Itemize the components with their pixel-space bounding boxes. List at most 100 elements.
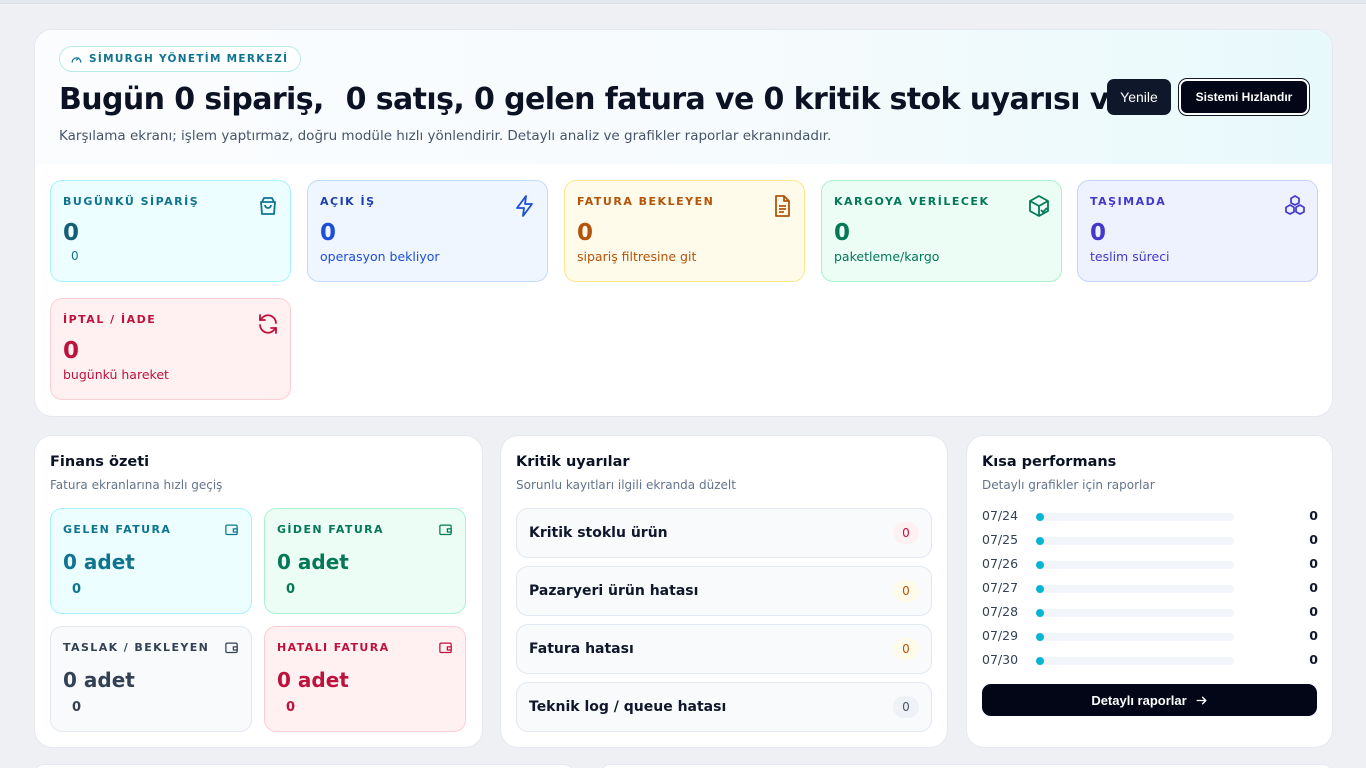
welcome-panel: SİMURGH YÖNETİM MERKEZİ Bugün 0 sipariş,…	[34, 29, 1333, 417]
finance-card-count: 0	[72, 582, 82, 597]
stat-card-in-transit[interactable]: TAŞIMADA 0 teslim süreci	[1077, 180, 1318, 282]
stat-value: 0	[834, 220, 851, 246]
document-icon	[775, 195, 790, 217]
stat-label: BUGÜNKÜ SİPARİŞ	[63, 195, 200, 208]
top-bar	[0, 0, 1366, 4]
wallet-icon	[225, 524, 238, 536]
stat-card-invoice-pending[interactable]: FATURA BEKLEYEN 0 sipariş filtresine git	[564, 180, 805, 282]
stat-card-cancel-return[interactable]: İPTAL / İADE 0 bugünkü hareket	[50, 298, 291, 400]
alert-count-badge: 0	[893, 638, 919, 660]
performance-bar-fill	[1036, 609, 1044, 617]
performance-date: 07/26	[982, 556, 1019, 571]
performance-bar	[1036, 513, 1234, 521]
performance-bar	[1036, 561, 1234, 569]
performance-bar	[1036, 537, 1234, 545]
stat-label: AÇIK İŞ	[320, 195, 376, 208]
stat-label: FATURA BEKLEYEN	[577, 195, 715, 208]
performance-title: Kısa performans	[982, 454, 1117, 470]
boxes-icon	[1285, 195, 1305, 215]
performance-date: 07/29	[982, 628, 1019, 643]
performance-bar-fill	[1036, 585, 1044, 593]
stat-value: 0	[63, 338, 80, 364]
stat-label: İPTAL / İADE	[63, 313, 157, 326]
performance-date: 07/24	[982, 508, 1019, 523]
finance-card-label: GİDEN FATURA	[277, 523, 384, 536]
package-check-icon	[1029, 195, 1049, 217]
stat-value: 0	[1090, 220, 1107, 246]
performance-row: 07/24 0	[982, 508, 1318, 524]
performance-row: 07/27 0	[982, 580, 1318, 596]
finance-card-count: 0	[286, 582, 296, 597]
finance-card-value: 0 adet	[277, 550, 349, 574]
stat-note: 0	[71, 249, 79, 263]
finance-card-label: HATALI FATURA	[277, 641, 390, 654]
performance-bar-fill	[1036, 513, 1044, 521]
finance-card-value: 0 adet	[63, 550, 135, 574]
stat-card-todays-orders[interactable]: BUGÜNKÜ SİPARİŞ 0 0	[50, 180, 291, 282]
finance-summary-panel: Finans özeti Fatura ekranlarına hızlı ge…	[34, 435, 483, 748]
refresh-icon	[259, 314, 277, 334]
short-performance-panel: Kısa performans Detaylı grafikler için r…	[966, 435, 1333, 748]
stat-value: 0	[577, 220, 594, 246]
performance-row: 07/26 0	[982, 556, 1318, 572]
stat-card-to-cargo[interactable]: KARGOYA VERİLECEK 0 paketleme/kargo	[821, 180, 1062, 282]
finance-card-value: 0 adet	[277, 668, 349, 692]
alerts-title: Kritik uyarılar	[516, 454, 630, 470]
alert-count-badge: 0	[893, 696, 919, 718]
stat-card-open-jobs[interactable]: AÇIK İŞ 0 operasyon bekliyor	[307, 180, 548, 282]
stat-note: operasyon bekliyor	[320, 249, 440, 264]
performance-bar-fill	[1036, 657, 1044, 665]
alert-item-technical-log[interactable]: Teknik log / queue hatası 0	[516, 682, 932, 732]
alert-label: Pazaryeri ürün hatası	[529, 583, 699, 599]
performance-value: 0	[1309, 628, 1318, 643]
performance-bar	[1036, 633, 1234, 641]
performance-subtitle: Detaylı grafikler için raporlar	[982, 478, 1155, 492]
performance-bar-fill	[1036, 633, 1044, 641]
alerts-subtitle: Sorunlu kayıtları ilgili ekranda düzelt	[516, 478, 736, 492]
gauge-icon	[71, 56, 82, 63]
alert-label: Teknik log / queue hatası	[529, 699, 727, 715]
performance-row: 07/30 0	[982, 652, 1318, 668]
wallet-icon	[439, 524, 452, 536]
alert-item-marketplace-error[interactable]: Pazaryeri ürün hatası 0	[516, 566, 932, 616]
lightning-icon	[516, 195, 533, 217]
stat-value: 0	[320, 220, 337, 246]
alert-item-invoice-error[interactable]: Fatura hatası 0	[516, 624, 932, 674]
performance-bar	[1036, 609, 1234, 617]
finance-card-outgoing-invoice[interactable]: GİDEN FATURA 0 adet 0	[264, 508, 466, 614]
alert-count-badge: 0	[893, 580, 919, 602]
stat-note: paketleme/kargo	[834, 249, 940, 264]
finance-card-faulty-invoice[interactable]: HATALI FATURA 0 adet 0	[264, 626, 466, 732]
performance-value: 0	[1309, 604, 1318, 619]
performance-bar	[1036, 657, 1234, 665]
refresh-button[interactable]: Yenile	[1107, 79, 1171, 115]
performance-bar	[1036, 585, 1234, 593]
performance-value: 0	[1309, 652, 1318, 667]
wallet-icon	[225, 642, 238, 654]
alert-item-critical-stock[interactable]: Kritik stoklu ürün 0	[516, 508, 932, 558]
stat-note: teslim süreci	[1090, 249, 1170, 264]
performance-value: 0	[1309, 532, 1318, 547]
performance-bar-fill	[1036, 537, 1044, 545]
finance-card-incoming-invoice[interactable]: GELEN FATURA 0 adet 0	[50, 508, 252, 614]
performance-row: 07/25 0	[982, 532, 1318, 548]
wallet-icon	[439, 642, 452, 654]
finance-card-draft-pending[interactable]: TASLAK / BEKLEYEN 0 adet 0	[50, 626, 252, 732]
next-panel-peek	[600, 764, 1333, 768]
next-panel-peek	[34, 764, 574, 768]
performance-date: 07/30	[982, 652, 1019, 667]
arrow-right-icon	[1196, 696, 1207, 704]
performance-row: 07/29 0	[982, 628, 1318, 644]
finance-card-count: 0	[286, 700, 296, 715]
speed-up-system-button[interactable]: Sistemi Hızlandır	[1179, 79, 1309, 115]
stat-note: sipariş filtresine git	[577, 249, 697, 264]
performance-bar-fill	[1036, 561, 1044, 569]
page-title-part-2: 0 satış, 0 gelen fatura ve 0 kritik stok…	[345, 82, 1150, 117]
page-title: Bugün 0 sipariş, 0 satış, 0 gelen fatura…	[59, 82, 1150, 117]
stat-note: bugünkü hareket	[63, 367, 169, 382]
performance-date: 07/28	[982, 604, 1019, 619]
performance-value: 0	[1309, 508, 1318, 523]
detailed-reports-button[interactable]: Detaylı raporlar	[982, 684, 1317, 716]
performance-date: 07/27	[982, 580, 1019, 595]
detailed-reports-label: Detaylı raporlar	[1091, 692, 1187, 708]
